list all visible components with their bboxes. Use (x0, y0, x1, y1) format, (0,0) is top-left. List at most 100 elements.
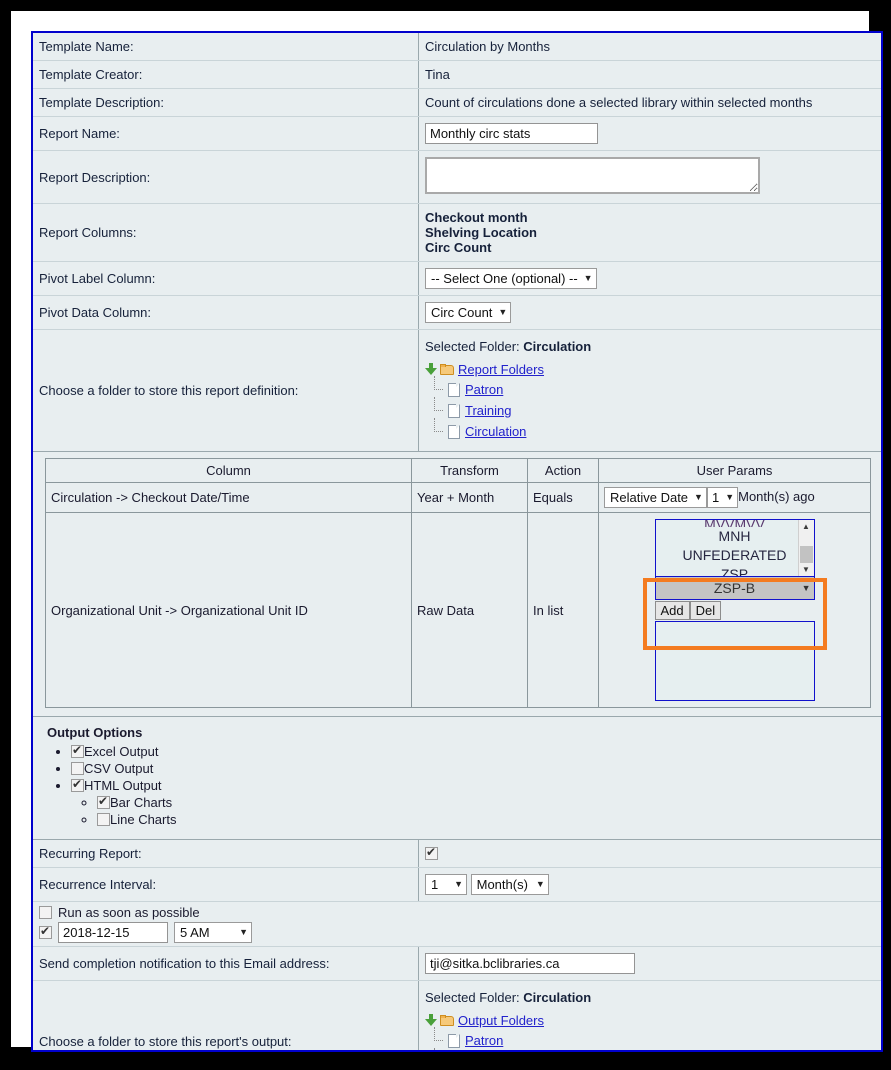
row-report-output-folder: Choose a folder to store this report's o… (33, 980, 881, 1050)
org-unit-selected-value: ZSP-B (713, 580, 756, 596)
tree-connector-icon (434, 1048, 435, 1050)
row-template-name: Template Name: Circulation by Months (33, 33, 881, 61)
html-output-label: HTML Output (84, 778, 162, 793)
run-asap-checkbox[interactable] (39, 906, 52, 919)
run-time-value: 5 AM (180, 925, 210, 940)
org-unit-option[interactable]: MVVMVV (656, 520, 814, 527)
params-action-value: Equals (527, 482, 599, 513)
line-charts-checkbox[interactable] (97, 813, 110, 826)
report-description-textarea[interactable] (425, 157, 760, 194)
scroll-up-arrow-icon[interactable]: ▲ (799, 520, 814, 533)
row-run-schedule: Run as soon as possible 5 AM ▼ (33, 901, 881, 947)
params-column-value: Organizational Unit -> Organizational Un… (45, 512, 412, 708)
params-row-checkout-date: Circulation -> Checkout Date/Time Year +… (45, 482, 871, 513)
selected-folder-value: Circulation (523, 339, 592, 354)
folder-tree-item[interactable]: Training (425, 397, 875, 421)
label-template-description: Template Description: (33, 88, 419, 117)
org-unit-add-del-bar: Add Del (654, 601, 815, 620)
label-pivot-data-column: Pivot Data Column: (33, 295, 419, 330)
scroll-down-arrow-icon[interactable]: ▼ (799, 563, 814, 576)
selected-folder-prefix: Selected Folder: (425, 990, 520, 1005)
chevron-down-icon: ▼ (454, 879, 463, 889)
params-header-user-params: User Params (598, 458, 871, 483)
folder-link-output-folders[interactable]: Output Folders (458, 1013, 544, 1028)
folder-tree-item[interactable]: Circulation (425, 418, 875, 442)
folder-tree-root-definition[interactable]: Report Folders (425, 362, 875, 377)
folder-tree-root-output[interactable]: Output Folders (425, 1013, 875, 1028)
month-count-value: 1 (711, 490, 720, 505)
email-input[interactable] (425, 953, 635, 974)
excel-output-label: Excel Output (84, 744, 159, 759)
screenshot-frame: Template Name: Circulation by Months Tem… (0, 0, 891, 1070)
params-header-transform: Transform (411, 458, 528, 483)
bar-charts-checkbox[interactable] (97, 794, 110, 809)
folder-link-patron[interactable]: Patron (465, 1033, 503, 1048)
recurrence-count-value: 1 (431, 877, 439, 892)
selected-folder-output: Selected Folder: Circulation (425, 990, 875, 1005)
params-action-value: In list (527, 512, 599, 708)
report-column-item: Circ Count (425, 240, 492, 255)
run-date-input[interactable] (58, 922, 168, 943)
org-unit-multiselect-widget: MVVMVV MNH UNFEDERATED ZSP ▲ ▼ (642, 519, 827, 701)
org-unit-option[interactable]: UNFEDERATED (656, 546, 814, 565)
pivot-data-column-value: Circ Count (431, 305, 493, 320)
folder-tree-item[interactable]: Patron (425, 1027, 875, 1050)
report-name-input[interactable] (425, 123, 598, 144)
row-report-description: Report Description: (33, 150, 881, 204)
value-template-name: Circulation by Months (418, 33, 881, 61)
run-time-select[interactable]: 5 AM ▼ (174, 922, 252, 943)
chart-option-item: Line Charts (97, 812, 871, 827)
org-unit-list-scrollbar[interactable]: ▲ ▼ (797, 520, 814, 576)
org-unit-chosen-list[interactable] (654, 621, 815, 701)
folder-tree-item[interactable]: Training (434, 1048, 435, 1050)
label-recurrence-interval: Recurrence Interval: (33, 867, 419, 902)
line-charts-label: Line Charts (110, 812, 177, 827)
row-report-columns: Report Columns: Checkout month Shelving … (33, 203, 881, 262)
chevron-down-icon: ▼ (694, 492, 703, 502)
org-unit-option[interactable]: ZSP (656, 565, 814, 576)
excel-output-checkbox[interactable] (71, 743, 84, 758)
add-button[interactable]: Add (654, 601, 690, 620)
expand-arrow-icon[interactable] (425, 363, 437, 376)
folder-link-training[interactable]: Training (465, 403, 511, 418)
folder-link-patron[interactable]: Patron (465, 382, 503, 397)
relative-date-select[interactable]: Relative Date ▼ (604, 487, 707, 508)
label-email-notification: Send completion notification to this Ema… (33, 946, 419, 981)
report-settings-table: Template Name: Circulation by Months Tem… (33, 33, 881, 452)
run-at-checkbox[interactable] (39, 924, 52, 939)
recurring-report-checkbox[interactable] (425, 845, 438, 860)
label-template-name: Template Name: (33, 33, 419, 61)
output-options-title: Output Options (47, 725, 143, 740)
folder-tree-item[interactable]: Patron (425, 376, 875, 400)
pivot-data-column-select[interactable]: Circ Count ▼ (425, 302, 512, 323)
del-button[interactable]: Del (689, 601, 722, 620)
html-output-checkbox[interactable] (71, 777, 84, 792)
chevron-down-icon: ▼ (535, 879, 545, 889)
label-recurring-report: Recurring Report: (33, 840, 419, 868)
label-report-output-folder: Choose a folder to store this report's o… (33, 980, 419, 1050)
output-option-item: HTML Output Bar Charts Line Charts (71, 777, 871, 827)
recurrence-count-select[interactable]: 1 ▼ (425, 874, 467, 895)
csv-output-checkbox[interactable] (71, 762, 84, 775)
row-pivot-label-column: Pivot Label Column: -- Select One (optio… (33, 261, 881, 296)
expand-arrow-icon[interactable] (425, 1014, 437, 1027)
params-header-row: Column Transform Action User Params (45, 458, 871, 483)
org-unit-option[interactable]: MNH (656, 527, 814, 546)
scrollbar-thumb[interactable] (799, 546, 813, 563)
folder-link-report-folders[interactable]: Report Folders (458, 362, 544, 377)
report-editor-panel: Template Name: Circulation by Months Tem… (31, 31, 883, 1052)
bar-charts-label: Bar Charts (110, 795, 173, 810)
folder-link-circulation[interactable]: Circulation (465, 424, 526, 439)
recurrence-unit-select[interactable]: Month(s) ▼ (470, 874, 549, 895)
user-params-table: Column Transform Action User Params Circ… (45, 458, 871, 708)
month-count-select[interactable]: 1 ▼ (706, 487, 739, 508)
output-option-item: Excel Output (71, 743, 871, 759)
run-asap-label: Run as soon as possible (58, 905, 200, 920)
org-unit-option-list[interactable]: MVVMVV MNH UNFEDERATED ZSP ▲ ▼ (654, 519, 815, 577)
chevron-down-icon: ▼ (239, 927, 248, 937)
selected-folder-definition: Selected Folder: Circulation (425, 339, 875, 354)
pivot-label-column-select[interactable]: -- Select One (optional) -- ▼ (425, 268, 597, 289)
chart-option-item: Bar Charts (97, 794, 871, 810)
pivot-label-column-value: -- Select One (optional) -- (431, 271, 578, 286)
org-unit-selected-value-dropdown[interactable]: ZSP-B ▼ (654, 577, 815, 600)
